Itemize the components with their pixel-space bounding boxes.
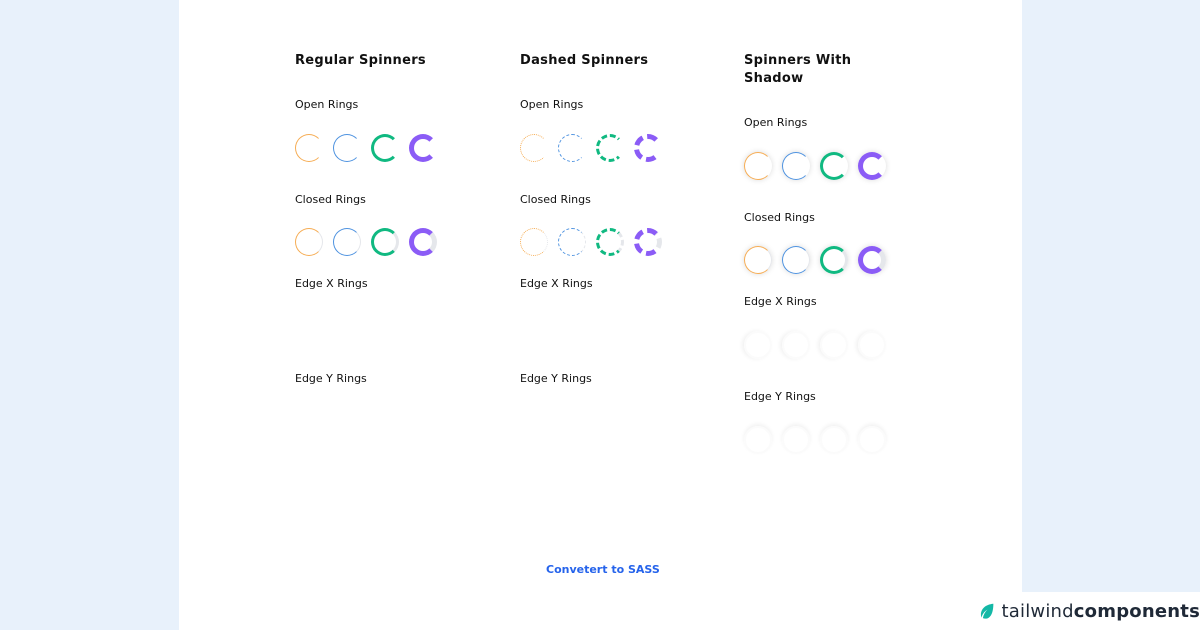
open-rings-label: Open Rings — [295, 98, 359, 111]
open-rings-label: Open Rings — [744, 116, 808, 129]
closed-rings-row — [744, 244, 886, 280]
closed-rings-label: Closed Rings — [520, 193, 591, 206]
spinner-purple — [409, 228, 437, 256]
spinner-orange — [520, 228, 548, 256]
spinner-edge-y — [820, 426, 848, 454]
spinner-purple — [634, 134, 662, 162]
spinner-orange — [520, 134, 548, 162]
spinner-purple — [409, 134, 437, 162]
convert-to-sass-link[interactable]: Convetert to SASS — [546, 563, 660, 576]
spinner-edge-x — [782, 331, 810, 359]
leaf-icon — [980, 603, 994, 619]
open-rings-label: Open Rings — [520, 98, 584, 111]
open-rings-row — [520, 132, 662, 168]
column-title: Spinners With Shadow — [744, 53, 852, 86]
brand-part-2: components — [1073, 600, 1200, 622]
brand-badge[interactable]: tailwindcomponents — [972, 592, 1200, 630]
spinner-blue — [782, 152, 810, 180]
spinner-edge-x — [744, 331, 772, 359]
spinner-green — [596, 228, 624, 256]
spinner-edge-y — [744, 426, 772, 454]
edge-y-rings-label: Edge Y Rings — [744, 390, 816, 403]
spinner-edge-y — [858, 426, 886, 454]
edge-x-rings-label: Edge X Rings — [744, 295, 817, 308]
column-title: Dashed Spinners — [520, 53, 649, 68]
spinner-green — [371, 134, 399, 162]
brand-wordmark: tailwindcomponents — [1002, 601, 1200, 622]
brand-part-1: tailwind — [1001, 600, 1074, 622]
regular-spinners-column: Regular Spinners Open Rings Closed Rings… — [295, 52, 465, 385]
spinner-orange — [295, 134, 323, 162]
spinner-edge-x — [858, 331, 886, 359]
edge-y-rings-label: Edge Y Rings — [520, 372, 592, 385]
spinner-purple — [858, 246, 886, 274]
closed-rings-label: Closed Rings — [295, 193, 366, 206]
edge-y-rings-row — [744, 424, 886, 460]
spinner-green — [596, 134, 624, 162]
edge-x-rings-row — [744, 329, 886, 365]
spinner-blue — [333, 134, 361, 162]
spinner-edge-y — [782, 426, 810, 454]
column-title: Regular Spinners — [295, 53, 426, 68]
spinner-blue — [558, 134, 586, 162]
edge-y-rings-label: Edge Y Rings — [295, 372, 367, 385]
spinner-purple — [858, 152, 886, 180]
spinner-blue — [782, 246, 810, 274]
spinner-blue — [558, 228, 586, 256]
spinner-blue — [333, 228, 361, 256]
spinner-orange — [295, 228, 323, 256]
spinner-edge-x — [820, 331, 848, 359]
open-rings-row — [744, 150, 886, 186]
closed-rings-label: Closed Rings — [744, 211, 815, 224]
spinner-orange — [744, 152, 772, 180]
spinner-green — [820, 152, 848, 180]
shadow-spinners-column: Spinners With Shadow Open Rings Closed R… — [744, 52, 894, 454]
dashed-spinners-column: Dashed Spinners Open Rings Closed Rings … — [520, 52, 690, 385]
spinner-green — [371, 228, 399, 256]
open-rings-row — [295, 132, 437, 168]
content-panel: Regular Spinners Open Rings Closed Rings… — [179, 0, 1022, 630]
spinner-green — [820, 246, 848, 274]
closed-rings-row — [295, 226, 437, 262]
edge-x-rings-label: Edge X Rings — [295, 277, 368, 290]
spinner-purple — [634, 228, 662, 256]
edge-x-rings-label: Edge X Rings — [520, 277, 593, 290]
closed-rings-row — [520, 226, 662, 262]
spinner-orange — [744, 246, 772, 274]
